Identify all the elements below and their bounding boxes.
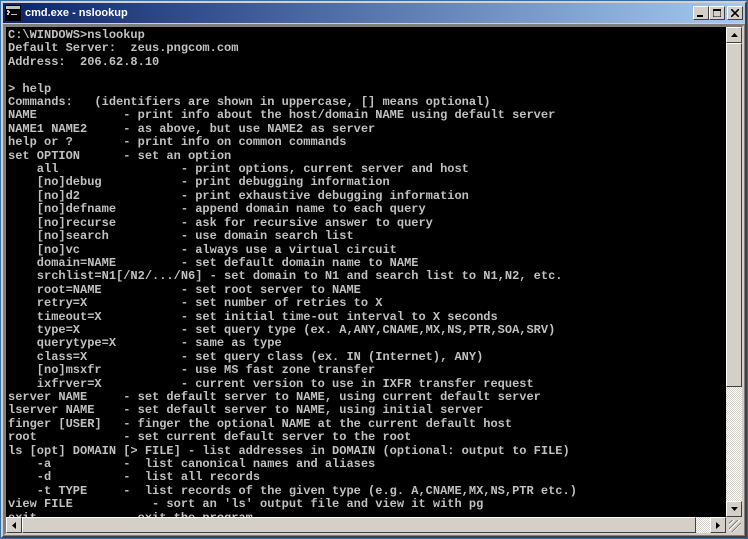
cmd-app-icon <box>5 5 21 21</box>
maximize-button[interactable] <box>709 6 725 20</box>
minimize-button[interactable] <box>693 6 709 20</box>
scroll-left-button[interactable] <box>6 517 22 533</box>
vertical-scroll-thumb[interactable] <box>726 43 742 387</box>
horizontal-scrollbar[interactable] <box>6 517 726 533</box>
window-frame: cmd.exe - nslookup C:\WINDOWS>nslookup D… <box>1 1 747 538</box>
terminal-output[interactable]: C:\WINDOWS>nslookup Default Server: zeus… <box>6 27 726 517</box>
window-buttons <box>693 6 743 20</box>
scroll-right-button[interactable] <box>710 517 726 533</box>
window-title: cmd.exe - nslookup <box>25 7 693 19</box>
titlebar[interactable]: cmd.exe - nslookup <box>3 3 745 23</box>
vertical-scrollbar[interactable] <box>726 27 742 517</box>
terminal-viewport: C:\WINDOWS>nslookup Default Server: zeus… <box>4 25 744 535</box>
scroll-down-button[interactable] <box>726 501 742 517</box>
close-button[interactable] <box>727 6 743 20</box>
horizontal-scroll-thumb[interactable] <box>22 517 696 533</box>
client-area: C:\WINDOWS>nslookup Default Server: zeus… <box>3 24 745 536</box>
vertical-scroll-track[interactable] <box>726 43 742 501</box>
horizontal-scroll-track[interactable] <box>22 517 710 533</box>
size-grip[interactable] <box>726 517 742 533</box>
scroll-up-button[interactable] <box>726 27 742 43</box>
